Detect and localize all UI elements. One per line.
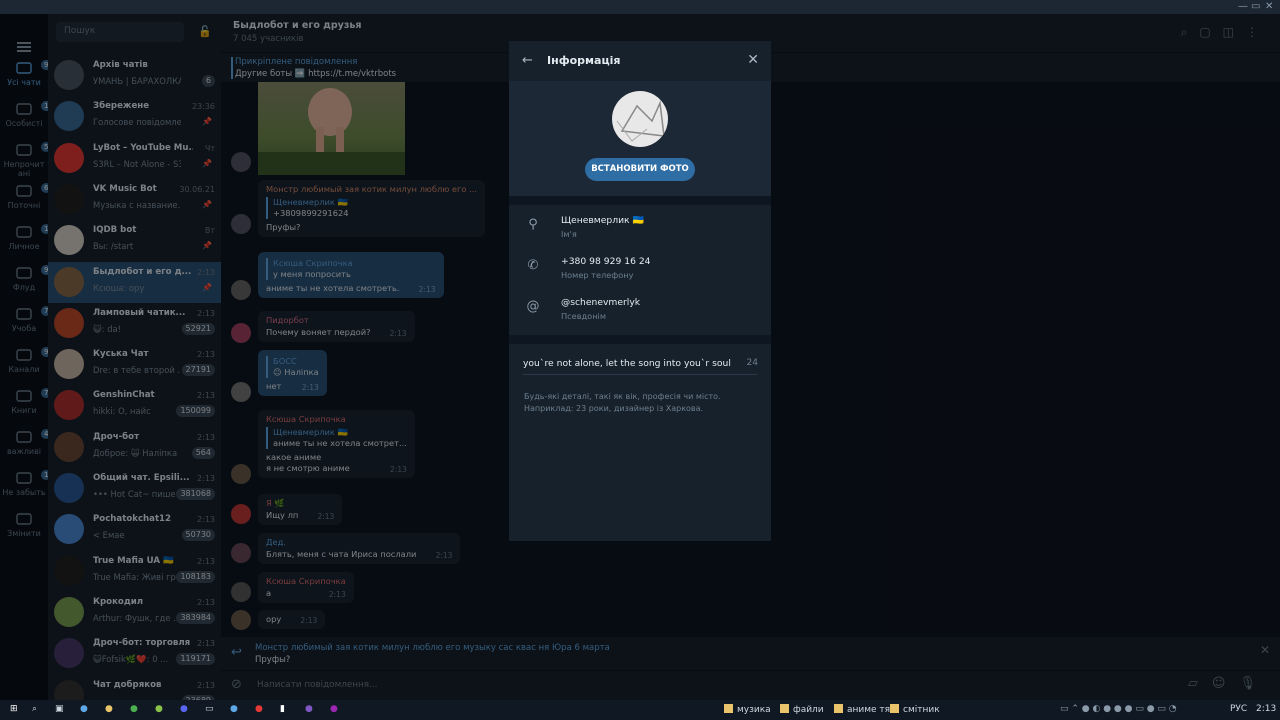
- set-photo-button[interactable]: ВСТАНОВИТИ ФОТО: [585, 158, 695, 181]
- taskbar-folder[interactable]: музика: [724, 704, 771, 715]
- viber-icon[interactable]: ●: [305, 704, 313, 714]
- back-arrow-icon[interactable]: ←: [522, 53, 533, 68]
- divider: [509, 196, 771, 205]
- app-icon[interactable]: ●: [330, 704, 338, 714]
- username-row[interactable]: @ @schenevmerlyk Псевдонім: [509, 293, 771, 333]
- phone-label: Номер телефону: [561, 270, 634, 280]
- telegram-icon[interactable]: ▮: [280, 704, 285, 714]
- bio-input[interactable]: you`re not alone, let the song into you`…: [523, 358, 731, 369]
- task-view-icon[interactable]: ▣: [55, 704, 64, 714]
- profile-photo[interactable]: [612, 91, 668, 147]
- folder-label: файли: [793, 705, 824, 715]
- username-value: @schenevmerlyk: [561, 297, 641, 308]
- close-window-icon[interactable]: ✕: [1265, 1, 1273, 12]
- folder-icon: [834, 704, 843, 713]
- window-titlebar: — ▭ ✕: [0, 0, 1280, 14]
- clock[interactable]: 2:13: [1256, 704, 1276, 714]
- profile-photo-drawing: [616, 100, 665, 142]
- at-sign-icon: @: [526, 299, 540, 314]
- phone-row[interactable]: ✆ +380 98 929 16 24 Номер телефону: [509, 252, 771, 292]
- phone-icon: ✆: [527, 258, 539, 273]
- folder-icon: [724, 704, 733, 713]
- discord-icon[interactable]: ●: [180, 704, 188, 714]
- app-icon[interactable]: ●: [80, 704, 88, 714]
- dialog-header: ← Інформація ✕: [509, 41, 771, 81]
- taskbar-folder[interactable]: файли: [780, 704, 824, 715]
- taskbar-folder[interactable]: смітник: [890, 704, 940, 715]
- folder-label: смітник: [903, 705, 940, 715]
- taskbar-folder[interactable]: аниме тян: [834, 704, 896, 715]
- bio-hint: Будь-які деталі, такі як вік, професія ч…: [524, 392, 721, 413]
- app-icon[interactable]: ▭: [205, 704, 214, 714]
- name-row[interactable]: ⚲ Щеневмерлик 🇺🇦 Ім'я: [509, 211, 771, 251]
- bio-underline: [523, 374, 757, 375]
- search-icon[interactable]: ⌕: [32, 704, 37, 714]
- divider: [509, 335, 771, 344]
- folder-icon: [780, 704, 789, 713]
- app-icon[interactable]: ●: [255, 704, 263, 714]
- name-value: Щеневмерлик 🇺🇦: [561, 215, 644, 226]
- folder-icon: [890, 704, 899, 713]
- maximize-icon[interactable]: ▭: [1251, 1, 1260, 12]
- bio-char-count: 24: [746, 358, 758, 368]
- language-indicator[interactable]: РУС: [1230, 704, 1247, 714]
- username-label: Псевдонім: [561, 311, 606, 321]
- tray-icons[interactable]: ▭ ⌃ ● ◐ ● ● ● ▭ ● ▭ ◔: [1060, 704, 1177, 714]
- app-icon[interactable]: ●: [230, 704, 238, 714]
- folder-label: музика: [737, 705, 771, 715]
- person-icon: ⚲: [528, 217, 538, 232]
- close-icon[interactable]: ✕: [747, 52, 759, 68]
- info-dialog: ← Інформація ✕ ВСТАНОВИТИ ФОТО ⚲ Щеневме…: [509, 41, 771, 541]
- name-label: Ім'я: [561, 229, 577, 239]
- os-taskbar: ⊞ ⌕ ▣ ● ● ● ● ● ▭ ● ● ▮ ● ● музика файли…: [0, 700, 1280, 720]
- app-icon[interactable]: ●: [155, 704, 163, 714]
- app-icon[interactable]: ●: [130, 704, 138, 714]
- phone-value: +380 98 929 16 24: [561, 256, 651, 267]
- minimize-icon[interactable]: —: [1238, 1, 1248, 12]
- dialog-title: Інформація: [547, 54, 621, 67]
- folder-label: аниме тян: [847, 705, 896, 715]
- chrome-icon[interactable]: ●: [105, 704, 113, 714]
- start-icon[interactable]: ⊞: [10, 704, 18, 714]
